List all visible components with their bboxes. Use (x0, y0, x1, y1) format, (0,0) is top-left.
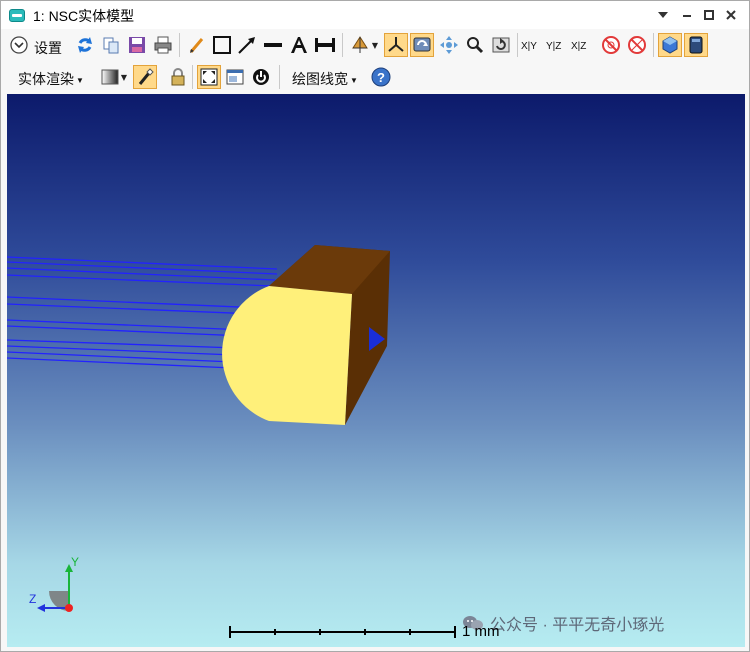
view-orientation-dropdown-icon[interactable]: ▼ (348, 33, 380, 57)
toolbar-separator (653, 33, 654, 57)
light-wand-icon[interactable] (133, 65, 157, 89)
solid-shade-icon[interactable] (684, 33, 708, 57)
svg-text:?: ? (377, 70, 385, 85)
axis-z-label: Z (29, 592, 36, 606)
scale-bar (229, 626, 456, 638)
solid-render-label: 实体渲染 (18, 71, 74, 87)
toolbar-separator (279, 65, 280, 89)
dimension-tool-icon[interactable] (313, 33, 337, 57)
line-width-dropdown[interactable]: 绘图线宽 ▼ (292, 69, 358, 89)
axis-y-label: Y (71, 556, 79, 569)
watermark-text: 公众号 · 平平无奇小琢光 (490, 617, 665, 634)
fit-view-icon[interactable] (197, 65, 221, 89)
xz-view-button[interactable]: X|Z (571, 41, 586, 52)
settings-chevron-icon[interactable] (7, 33, 31, 57)
toolbar-separator (179, 33, 180, 57)
dropdown-arrow-icon[interactable] (653, 5, 673, 25)
yz-view-button[interactable]: Y|Z (546, 41, 561, 52)
gradient-dropdown-icon[interactable]: ▼ (99, 65, 129, 89)
lock-icon[interactable] (166, 65, 190, 89)
arrow-line-icon[interactable] (235, 33, 259, 57)
solid-render-dropdown[interactable]: 实体渲染 ▼ (18, 69, 84, 89)
zoom-icon[interactable] (463, 33, 487, 57)
line-icon[interactable] (261, 33, 285, 57)
toolbar-separator (517, 33, 518, 57)
copy-icon[interactable] (99, 33, 123, 57)
print-icon[interactable] (151, 33, 175, 57)
no-rotate-icon[interactable] (599, 33, 623, 57)
app-window-icon (9, 9, 25, 22)
help-icon[interactable]: ? (369, 65, 393, 89)
solid-cube-icon[interactable] (658, 33, 682, 57)
lens-front-face (222, 286, 352, 425)
pencil-icon[interactable] (185, 33, 209, 57)
toolbar-secondary: 实体渲染 ▼ ▼ 绘图线宽 ▼ ? (1, 61, 749, 93)
axes-3d-icon[interactable] (384, 33, 408, 57)
toolbar-separator (192, 65, 193, 89)
pan-icon[interactable] (437, 33, 461, 57)
rotate-view-icon[interactable] (410, 33, 434, 57)
lens-solid (222, 245, 390, 425)
line-width-label: 绘图线宽 (292, 71, 348, 87)
3d-viewport[interactable]: Y Z 公众号 · 平平无奇小琢光 1 mm (7, 94, 745, 647)
minimize-icon[interactable] (677, 5, 697, 25)
scene-canvas (7, 245, 456, 638)
scale-bar-label: 1 mm (462, 623, 500, 640)
nsc-solid-model-window: 1: NSC实体模型 设置 ▼ X|Y Y|Z X|Z 实体渲染 ▼ ▼ 绘图线… (0, 0, 750, 652)
text-tool-icon[interactable] (287, 33, 311, 57)
power-reset-icon[interactable] (249, 65, 273, 89)
no-pan-icon[interactable] (625, 33, 649, 57)
close-icon[interactable] (721, 5, 741, 25)
save-icon[interactable] (125, 33, 149, 57)
window-layout-icon[interactable] (223, 65, 247, 89)
caret-down-icon: ▼ (350, 75, 358, 85)
toolbar-separator (342, 33, 343, 57)
rectangle-icon[interactable] (210, 33, 234, 57)
xy-view-button[interactable]: X|Y (521, 41, 537, 52)
title-bar[interactable]: 1: NSC实体模型 (1, 1, 749, 29)
window-title: 1: NSC实体模型 (33, 8, 135, 24)
reset-view-icon[interactable] (489, 33, 513, 57)
refresh-icon[interactable] (73, 33, 97, 57)
caret-down-icon: ▼ (76, 75, 84, 85)
toolbar-primary: 设置 ▼ X|Y Y|Z X|Z (1, 29, 749, 61)
axis-triad: Y Z (25, 555, 85, 620)
restore-icon[interactable] (699, 5, 719, 25)
settings-button[interactable]: 设置 (34, 38, 62, 58)
